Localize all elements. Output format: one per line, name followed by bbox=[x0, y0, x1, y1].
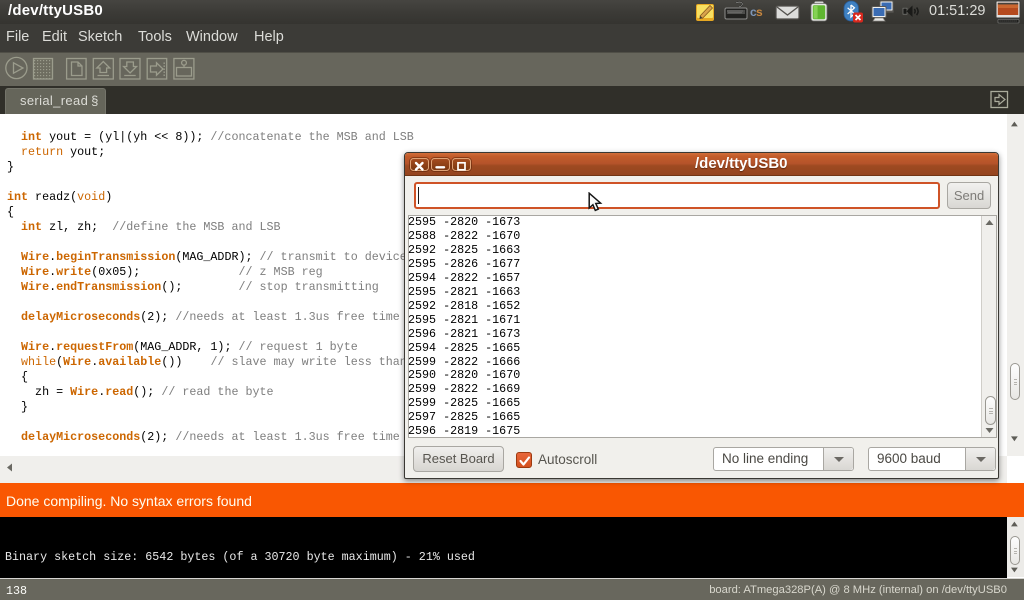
svg-text:s: s bbox=[756, 5, 763, 19]
